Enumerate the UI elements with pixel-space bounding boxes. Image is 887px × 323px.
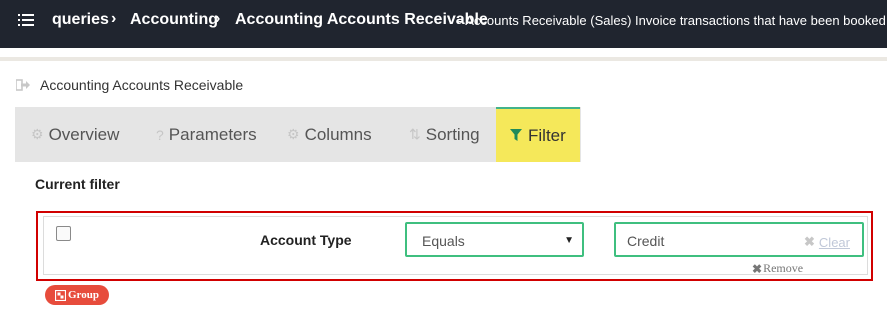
tab-label: Overview [48,124,120,144]
tab-label: Columns [304,124,372,144]
tab-filter[interactable]: Filter [496,107,580,162]
sign-out-icon [16,79,30,91]
sort-icon: ⇅ [409,126,421,142]
filter-icon [510,129,522,141]
tab-bar: ⚙ Overview ? Parameters ⚙ Columns ⇅ Sort… [15,107,581,162]
current-filter-heading: Current filter [35,176,120,192]
breadcrumb-accounting[interactable]: Accounting [130,11,218,29]
tab-sorting[interactable]: ⇅ Sorting [409,107,480,162]
group-label: Group [68,289,99,301]
page-title-text: Accounting Accounts Receivable [40,77,244,93]
top-navigation-bar: queries › Accounting › Accounting Accoun… [0,0,887,48]
breadcrumb-queries[interactable]: queries [52,11,109,29]
menu-icon[interactable] [18,13,34,27]
operator-select[interactable]: Equals ▼ [405,222,584,257]
gears-icon: ⚙ [287,126,300,142]
group-icon [55,289,66,301]
query-description: - Accounts Receivable (Sales) Invoice tr… [458,13,887,28]
filter-field-label: Account Type [260,232,352,248]
header-divider [0,48,887,54]
caret-down-icon: ▼ [564,235,574,246]
gears-icon: ⚙ [31,126,44,142]
tab-overview[interactable]: ⚙ Overview [31,107,119,162]
close-icon: ✖ [752,261,763,276]
chevron-right-icon: › [111,10,117,27]
question-icon: ? [156,126,164,143]
operator-selected-value: Equals [422,233,465,249]
filter-value-input[interactable]: Credit ✖ Clear [614,222,864,257]
filter-value-text: Credit [627,233,665,249]
remove-label: Remove [763,261,804,275]
header-divider-shade [0,57,887,61]
close-icon: ✖ [804,234,815,249]
filter-row-checkbox[interactable] [56,226,71,241]
tab-columns[interactable]: ⚙ Columns [287,107,372,162]
tab-label: Filter [528,125,566,145]
add-group-button[interactable]: Group [45,285,109,305]
tab-parameters[interactable]: ? Parameters [156,107,257,162]
page-title: Accounting Accounts Receivable [16,76,243,94]
clear-button[interactable]: ✖ Clear [804,234,850,250]
clear-label: Clear [818,234,850,250]
tab-label: Sorting [425,124,480,144]
breadcrumb-current-query: Accounting Accounts Receivable [235,11,488,28]
remove-filter-button[interactable]: ✖ Remove [752,261,803,276]
tab-label: Parameters [168,124,257,144]
chevron-right-icon: › [215,10,221,27]
